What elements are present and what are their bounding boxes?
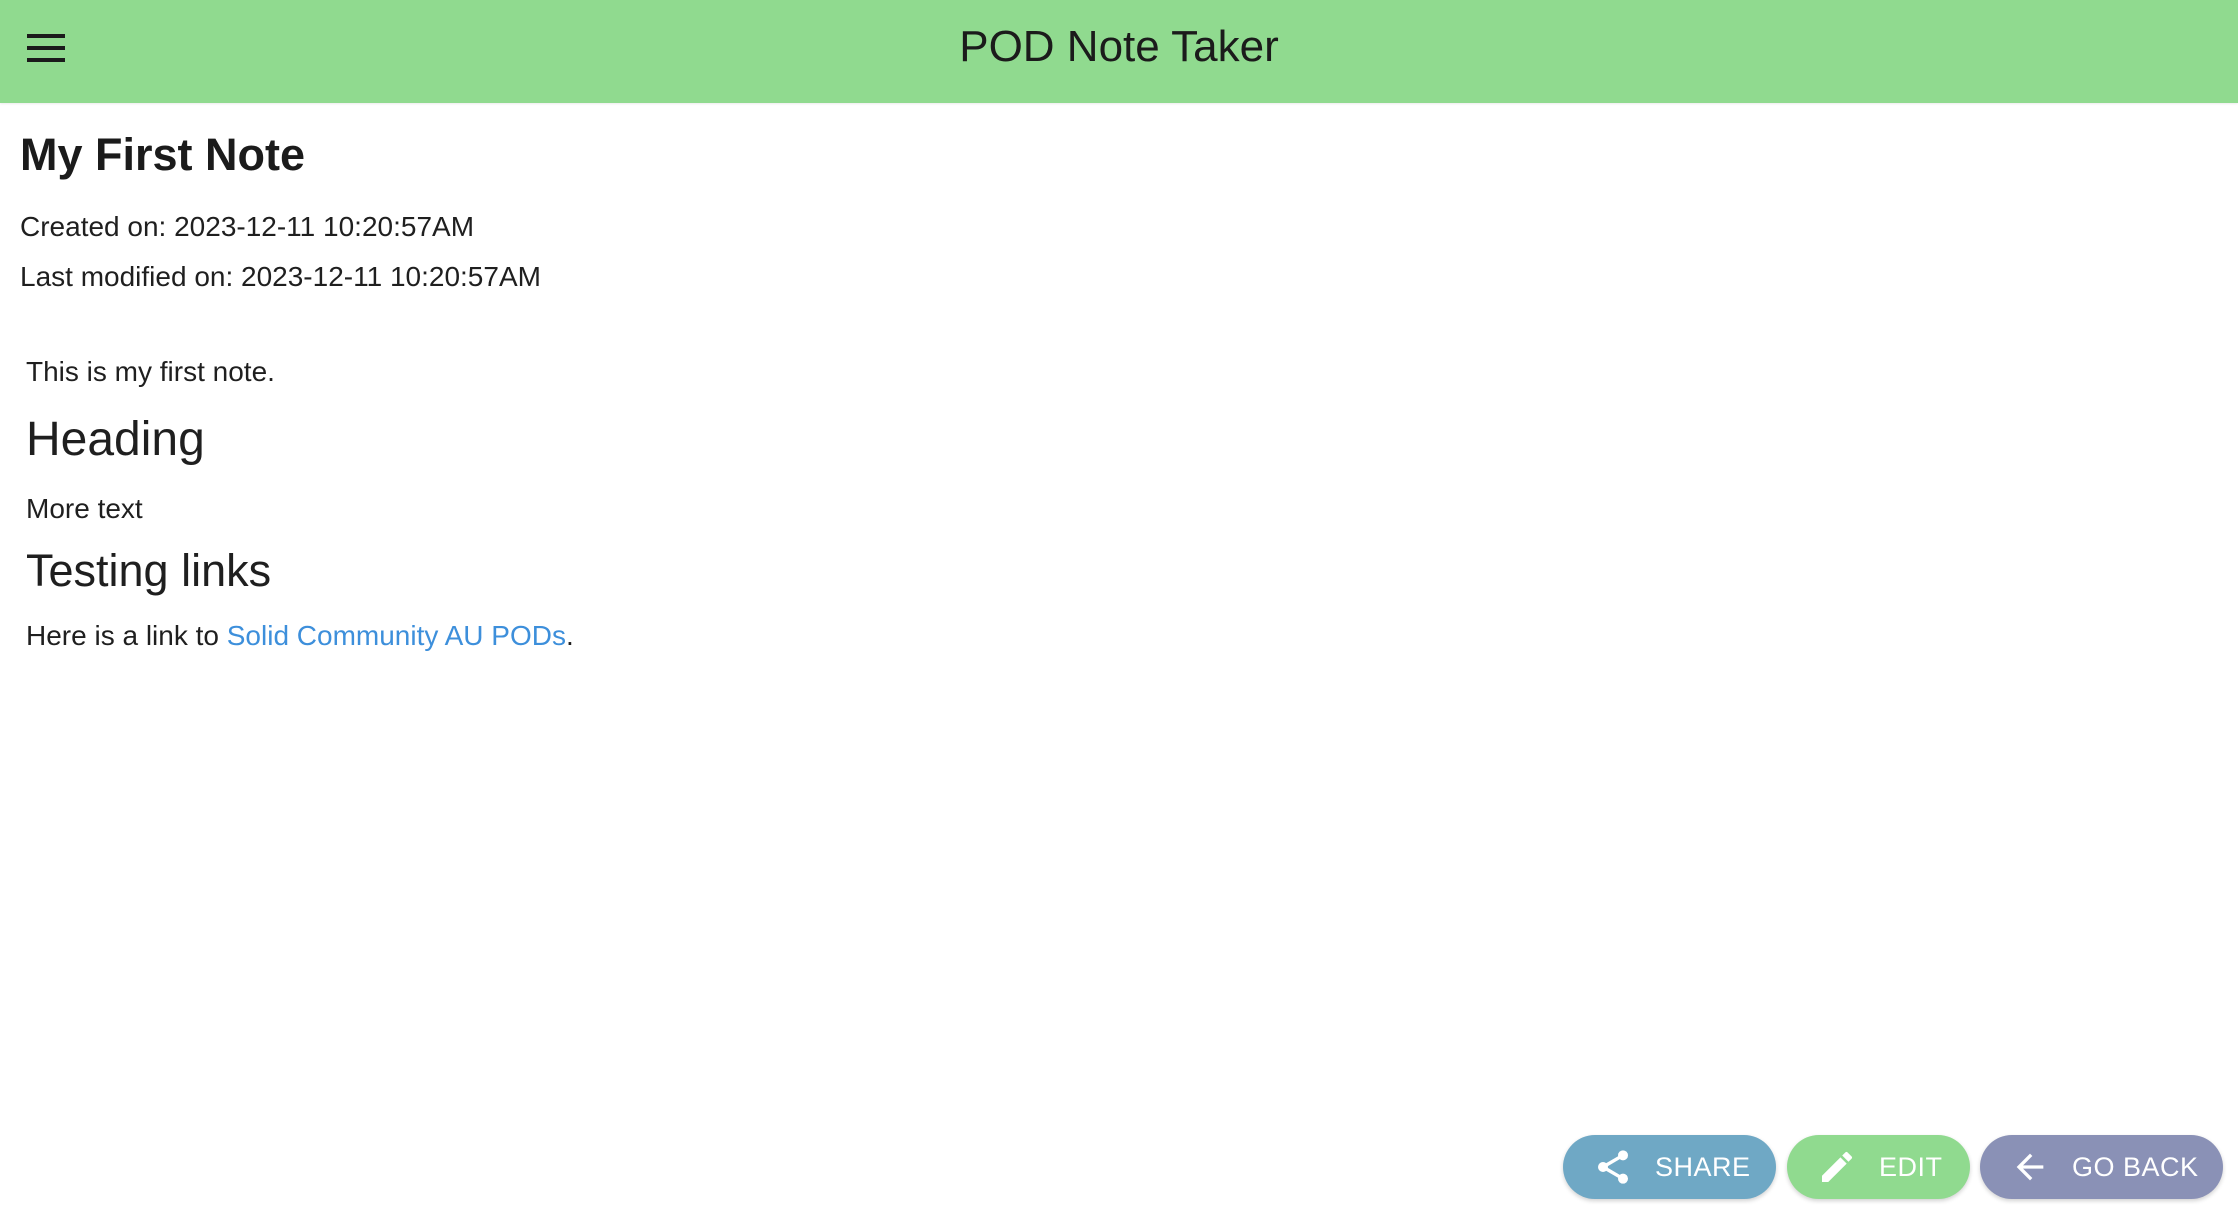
note-heading: Testing links — [26, 545, 272, 596]
app-title: POD Note Taker — [959, 22, 1279, 71]
note-link-paragraph: Here is a link to Solid Community AU POD… — [26, 618, 574, 654]
note-paragraph: More text — [26, 493, 143, 524]
share-button-label: SHARE — [1655, 1151, 1751, 1182]
go-back-button[interactable]: GO BACK — [1980, 1135, 2223, 1199]
note-title: My First Note — [20, 129, 306, 180]
menu-icon — [27, 34, 65, 62]
created-timestamp: Created on: 2023-12-11 10:20:57AM — [20, 211, 475, 242]
edit-button[interactable]: EDIT — [1787, 1135, 1970, 1199]
note-paragraph: This is my first note. — [26, 356, 275, 387]
edit-button-label: EDIT — [1879, 1151, 1943, 1182]
share-icon — [1593, 1147, 1633, 1187]
pencil-icon — [1817, 1147, 1857, 1187]
arrow-left-icon — [2010, 1147, 2050, 1187]
link-suffix-text: . — [565, 620, 574, 651]
note-heading: Heading — [26, 413, 205, 466]
link-prefix-text: Here is a link to — [26, 620, 227, 651]
menu-button[interactable] — [16, 18, 76, 78]
go-back-button-label: GO BACK — [2072, 1151, 2199, 1182]
app-bar: POD Note Taker — [0, 0, 2238, 103]
share-button[interactable]: SHARE — [1563, 1135, 1776, 1199]
modified-timestamp: Last modified on: 2023-12-11 10:20:57AM — [20, 261, 541, 292]
solid-community-link[interactable]: Solid Community AU PODs — [227, 620, 566, 651]
